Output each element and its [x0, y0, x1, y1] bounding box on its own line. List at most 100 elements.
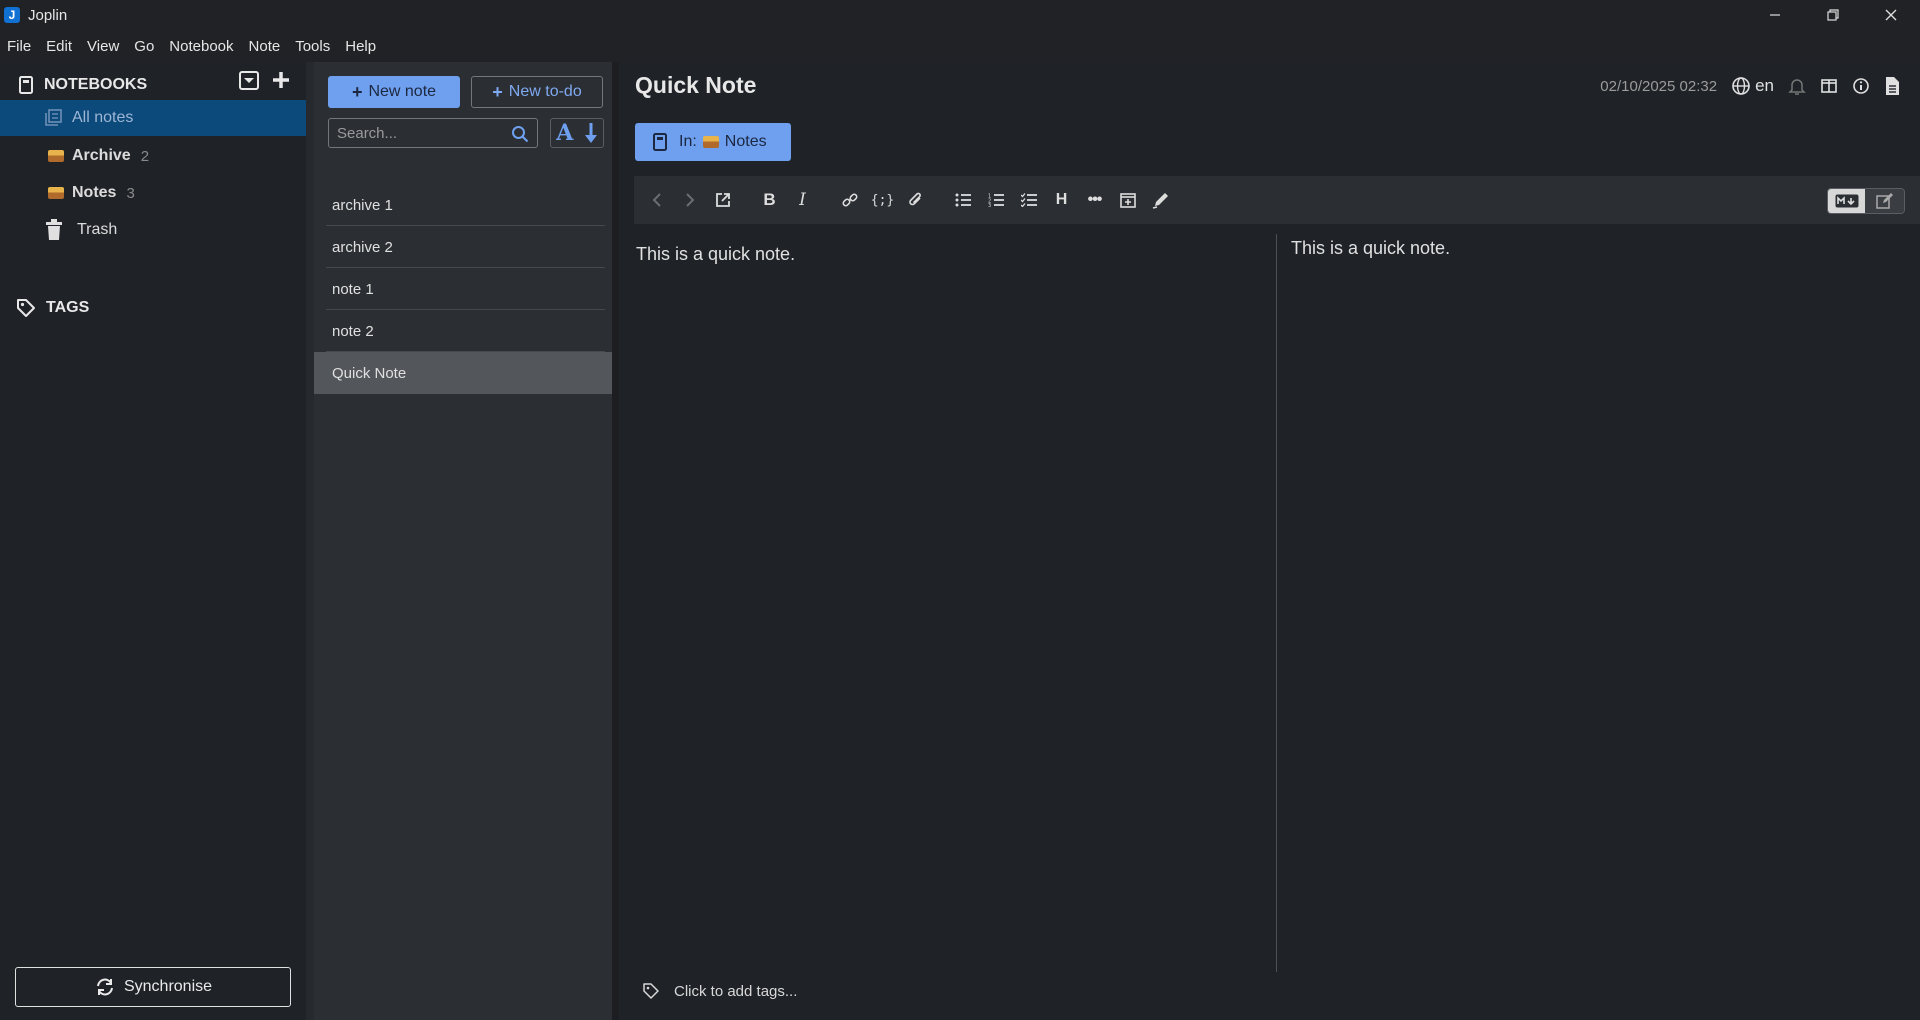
horizontal-rule-button[interactable]: •••: [1078, 182, 1111, 218]
tag-icon: [643, 983, 659, 999]
export-button[interactable]: [1884, 76, 1900, 96]
attach-file-button[interactable]: [899, 182, 932, 218]
insert-time-button[interactable]: [1111, 182, 1144, 218]
new-todo-button[interactable]: + New to-do: [471, 76, 603, 108]
editor-pane-divider: [1276, 234, 1277, 972]
all-notes-icon: [44, 109, 62, 127]
sort-direction-button[interactable]: [584, 122, 598, 144]
all-notes-label: All notes: [72, 109, 134, 126]
toggle-layout-button[interactable]: [1820, 77, 1838, 95]
sidebar-item-notes[interactable]: Notes 3: [0, 175, 306, 211]
add-notebook-button[interactable]: [270, 70, 292, 90]
heading-button[interactable]: H: [1045, 182, 1078, 218]
sort-alphabetical-button[interactable]: A: [556, 120, 573, 146]
back-button[interactable]: [640, 182, 673, 218]
forward-button[interactable]: [673, 182, 706, 218]
pencil-icon: [1152, 193, 1168, 209]
note-properties-button[interactable]: [1852, 77, 1870, 95]
spellcheck-button[interactable]: [1144, 182, 1177, 218]
markdown-mode-button[interactable]: [1828, 189, 1866, 213]
numbered-list-icon: 123: [988, 194, 1004, 207]
menu-go[interactable]: Go: [134, 38, 154, 55]
menu-edit[interactable]: Edit: [46, 38, 72, 55]
notebook-actions: [238, 70, 292, 90]
checklist-icon: [1020, 193, 1037, 207]
minimize-button[interactable]: [1746, 0, 1804, 30]
markdown-preview: This is a quick note.: [1291, 238, 1451, 258]
tag-icon: [16, 298, 36, 318]
add-tags-button[interactable]: Click to add tags...: [642, 982, 797, 1000]
spellcheck-language-button[interactable]: en: [1731, 76, 1774, 96]
note-title-input[interactable]: Quick Note: [635, 72, 756, 99]
menu-notebook[interactable]: Notebook: [169, 38, 233, 55]
search-icon[interactable]: [511, 125, 529, 143]
new-note-button[interactable]: + New note: [328, 76, 460, 108]
bold-button[interactable]: B: [753, 182, 786, 218]
markdown-editor[interactable]: This is a quick note.: [636, 244, 795, 265]
note-list-item[interactable]: note 1: [314, 268, 619, 310]
notebook-icon: [18, 76, 34, 94]
code-button[interactable]: {;}: [866, 182, 899, 218]
menu-note[interactable]: Note: [249, 38, 281, 55]
search-input[interactable]: [337, 124, 507, 142]
collapse-all-button[interactable]: [238, 70, 260, 90]
window-controls: [1746, 0, 1920, 30]
sidebar-resize-handle[interactable]: [306, 62, 314, 1020]
rich-text-mode-button[interactable]: [1865, 189, 1904, 213]
new-todo-label: New to-do: [508, 83, 582, 100]
layout-icon: [1821, 79, 1837, 93]
menu-view[interactable]: View: [87, 38, 119, 55]
note-list-item-selected[interactable]: Quick Note: [314, 352, 619, 394]
notebook-prefix: In:: [679, 133, 697, 150]
menu-help[interactable]: Help: [345, 38, 376, 55]
chevron-left-icon: [652, 193, 661, 207]
sidebar-item-archive[interactable]: Archive 2: [0, 138, 306, 174]
note-list-item[interactable]: archive 1: [314, 184, 619, 226]
notebook-emoji-icon: [48, 150, 64, 162]
hyperlink-button[interactable]: [833, 182, 866, 218]
tags-header[interactable]: TAGS: [16, 298, 89, 318]
link-icon: [841, 193, 858, 207]
menu-tools[interactable]: Tools: [295, 38, 330, 55]
sidebar-item-label: Notes: [72, 184, 117, 201]
synchronise-button[interactable]: Synchronise: [15, 967, 291, 1007]
close-icon: [1885, 9, 1897, 21]
external-link-icon: [715, 193, 730, 207]
info-icon: [1853, 78, 1869, 94]
sidebar-item-label: Trash: [77, 221, 118, 238]
editor-mode-toggle[interactable]: [1827, 188, 1905, 214]
numbered-list-button[interactable]: 123: [979, 182, 1012, 218]
sort-controls: A: [550, 118, 604, 148]
note-list-panel: + New note + New to-do A archive 1 archi…: [314, 62, 619, 1020]
paperclip-icon: [908, 192, 921, 206]
note-title: note 2: [332, 322, 374, 340]
bulleted-list-button[interactable]: [946, 182, 979, 218]
notebook-selector-button[interactable]: In: Notes: [635, 123, 791, 161]
note-title: Quick Note: [332, 364, 407, 382]
menu-file[interactable]: File: [7, 38, 31, 55]
italic-button[interactable]: I: [786, 182, 819, 218]
sync-label: Synchronise: [123, 978, 213, 995]
alarm-button[interactable]: [1788, 77, 1806, 95]
note-list-item[interactable]: note 2: [314, 310, 619, 352]
arrow-down-icon: [584, 123, 597, 143]
notebook-emoji-icon: [48, 187, 64, 199]
note-list-item[interactable]: archive 2: [314, 226, 619, 268]
note-title: archive 2: [332, 238, 393, 256]
sync-icon: [96, 978, 113, 996]
notebook-name: Notes: [724, 133, 767, 150]
new-note-label: New note: [368, 83, 437, 100]
close-button[interactable]: [1862, 0, 1920, 30]
notelist-resize-handle[interactable]: [612, 62, 619, 1020]
sidebar-item-trash[interactable]: Trash: [0, 212, 306, 248]
open-external-editor-button[interactable]: [706, 182, 739, 218]
sidebar-item-all-notes[interactable]: All notes: [0, 100, 306, 136]
search-box: [328, 118, 538, 148]
sidebar: NOTEBOOKS All notes Archive 2 Notes 3 Tr…: [0, 62, 306, 1020]
note-title: archive 1: [332, 196, 393, 214]
restore-button[interactable]: [1804, 0, 1862, 30]
chevron-right-icon: [685, 193, 694, 207]
checkbox-list-button[interactable]: [1012, 182, 1045, 218]
plus-icon: +: [351, 82, 363, 102]
editor-toolbar: B I {;} 123 H •••: [634, 176, 1920, 224]
